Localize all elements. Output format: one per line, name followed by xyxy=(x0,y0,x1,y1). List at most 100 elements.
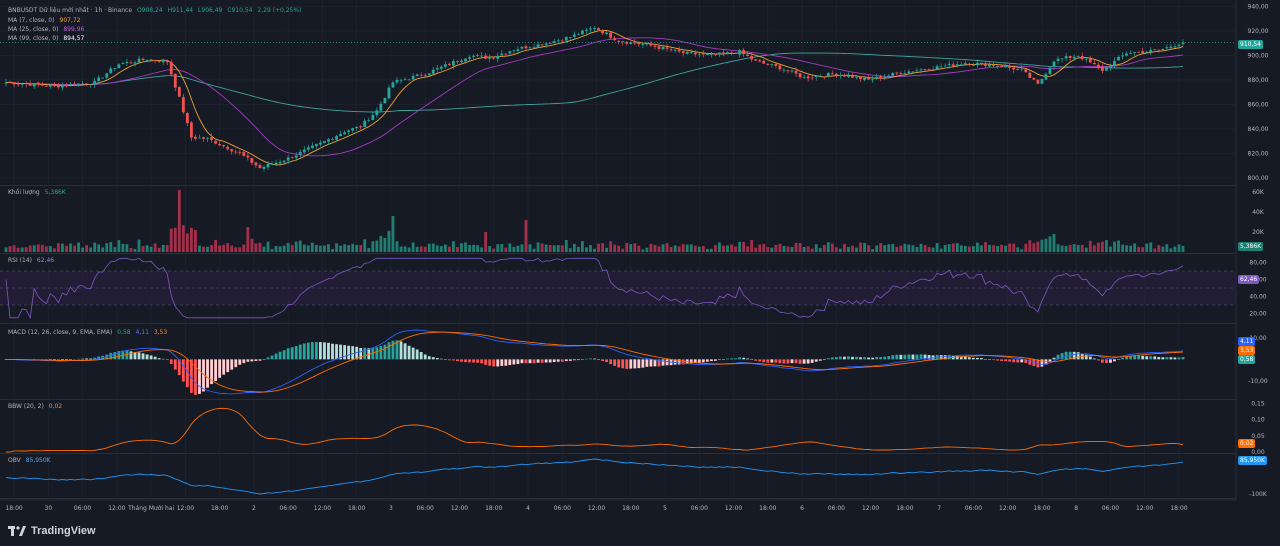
volume-bar xyxy=(298,240,302,252)
bbw-tick-label: 0,00 xyxy=(1251,449,1265,456)
volume-bar xyxy=(165,245,169,252)
volume-bar xyxy=(1064,246,1068,252)
candle-body xyxy=(822,76,826,78)
candle-body xyxy=(1036,79,1040,84)
candle-body xyxy=(141,58,145,61)
candle-body xyxy=(1105,66,1108,71)
bbw-legend[interactable]: BBW (20, 2) 0,02 xyxy=(8,402,65,411)
macd-label: MACD (12, 26, close, 9, EMA, EMA) xyxy=(8,329,113,336)
volume-bar xyxy=(859,242,862,252)
volume-bar xyxy=(101,247,105,252)
volume-bar xyxy=(714,245,717,252)
candle-body xyxy=(375,110,379,116)
candle-body xyxy=(504,53,508,55)
candle-body xyxy=(996,65,999,67)
macd-histogram-bar xyxy=(447,359,451,361)
volume-bar xyxy=(843,243,846,252)
ma99-legend[interactable]: MA (99, close, 0) 894,57 xyxy=(8,34,87,43)
macd-histogram-bar xyxy=(818,359,822,361)
macd-histogram-bar xyxy=(198,359,201,394)
volume-bar xyxy=(16,247,20,252)
candle-body xyxy=(419,74,423,76)
volume-bar xyxy=(383,237,387,252)
volume-legend[interactable]: Khối lượng 5,386K xyxy=(8,188,69,197)
candle-body xyxy=(407,79,411,81)
volume-bar xyxy=(879,243,883,252)
volume-bar xyxy=(218,245,222,252)
volume-bar xyxy=(818,247,822,252)
volume-bar xyxy=(758,244,762,252)
candle-body xyxy=(516,49,520,51)
volume-bar xyxy=(161,244,165,252)
candle-body xyxy=(919,69,923,71)
candle-body xyxy=(1060,58,1064,60)
macd-histogram-bar xyxy=(512,359,516,365)
candle-body xyxy=(290,157,294,159)
volume-bar xyxy=(149,246,153,252)
candle-body xyxy=(867,77,871,80)
ma7-legend[interactable]: MA (7, close, 0) 907,72 xyxy=(8,16,84,25)
candle-body xyxy=(738,50,742,55)
candle-body xyxy=(528,47,532,49)
macd-histogram-bar xyxy=(915,354,919,360)
volume-bar xyxy=(56,243,60,252)
ma25-legend[interactable]: MA (25, close, 0) 899,96 xyxy=(8,25,87,34)
macd-histogram-bar xyxy=(621,359,625,369)
price-tick-label: 860,00 xyxy=(1248,101,1269,108)
rsi-label: RSI (14) xyxy=(8,257,32,264)
volume-bar xyxy=(1153,248,1157,252)
macd-histogram-bar xyxy=(601,359,604,362)
macd-histogram-bar xyxy=(222,359,226,375)
candle-body xyxy=(927,69,931,71)
macd-histogram-bar xyxy=(738,357,742,360)
candle-body xyxy=(218,143,222,146)
volume-bar xyxy=(899,245,903,252)
volume-bar xyxy=(802,246,806,252)
chart-canvas[interactable]: 18:00 30 06:00 12:00 Tháng Mười hai 12:00 18:0… xyxy=(0,0,1280,520)
candle-body xyxy=(427,73,431,76)
macd-histogram-bar xyxy=(77,358,80,360)
macd-histogram-bar xyxy=(323,342,326,360)
candle-body xyxy=(963,63,967,65)
macd-histogram-bar xyxy=(867,357,871,360)
macd-histogram-bar xyxy=(609,359,613,365)
candle-body xyxy=(1117,56,1120,61)
volume-bar xyxy=(286,242,290,252)
volume-bar xyxy=(77,242,80,252)
macd-histogram-bar xyxy=(238,359,242,365)
macd-histogram-bar xyxy=(798,359,802,364)
candle-body xyxy=(814,75,818,78)
volume-bar xyxy=(355,244,359,252)
volume-bar xyxy=(572,243,576,252)
macd-histogram-bar xyxy=(758,359,762,362)
volume-bar xyxy=(157,247,161,252)
chart-container[interactable]: 18:00 30 06:00 12:00 Tháng Mười hai 12:00 18:0… xyxy=(0,0,1280,520)
macd-histogram-bar xyxy=(520,359,524,364)
volume-badge: 5,386K xyxy=(1238,242,1264,251)
volume-bar xyxy=(919,243,923,252)
candle-body xyxy=(40,84,44,86)
volume-bar xyxy=(1012,243,1016,252)
obv-legend[interactable]: OBV 85,950K xyxy=(8,456,54,465)
macd-histogram-bar xyxy=(580,359,584,360)
volume-bar xyxy=(609,241,613,252)
volume-bar xyxy=(177,190,181,252)
candle-body xyxy=(500,53,504,56)
volume-bar xyxy=(460,243,463,252)
volume-bar xyxy=(826,242,830,252)
candle-body xyxy=(185,113,189,123)
macd-legend[interactable]: MACD (12, 26, close, 9, EMA, EMA) 0,58 4… xyxy=(8,328,170,337)
volume-bar xyxy=(97,244,101,252)
volume-bar xyxy=(1121,244,1124,252)
volume-bar xyxy=(48,246,52,252)
macd-histogram-bar xyxy=(1028,359,1032,365)
volume-bar xyxy=(484,232,488,252)
rsi-legend[interactable]: RSI (14) 62,46 xyxy=(8,256,57,265)
candle-body xyxy=(198,137,201,139)
volume-bar xyxy=(206,246,209,252)
time-tick-label: 6 xyxy=(800,505,804,512)
tradingview-logo[interactable]: TradingView xyxy=(8,524,96,538)
candle-body xyxy=(980,62,983,64)
volume-bar xyxy=(810,248,814,252)
candle-body xyxy=(234,151,238,153)
